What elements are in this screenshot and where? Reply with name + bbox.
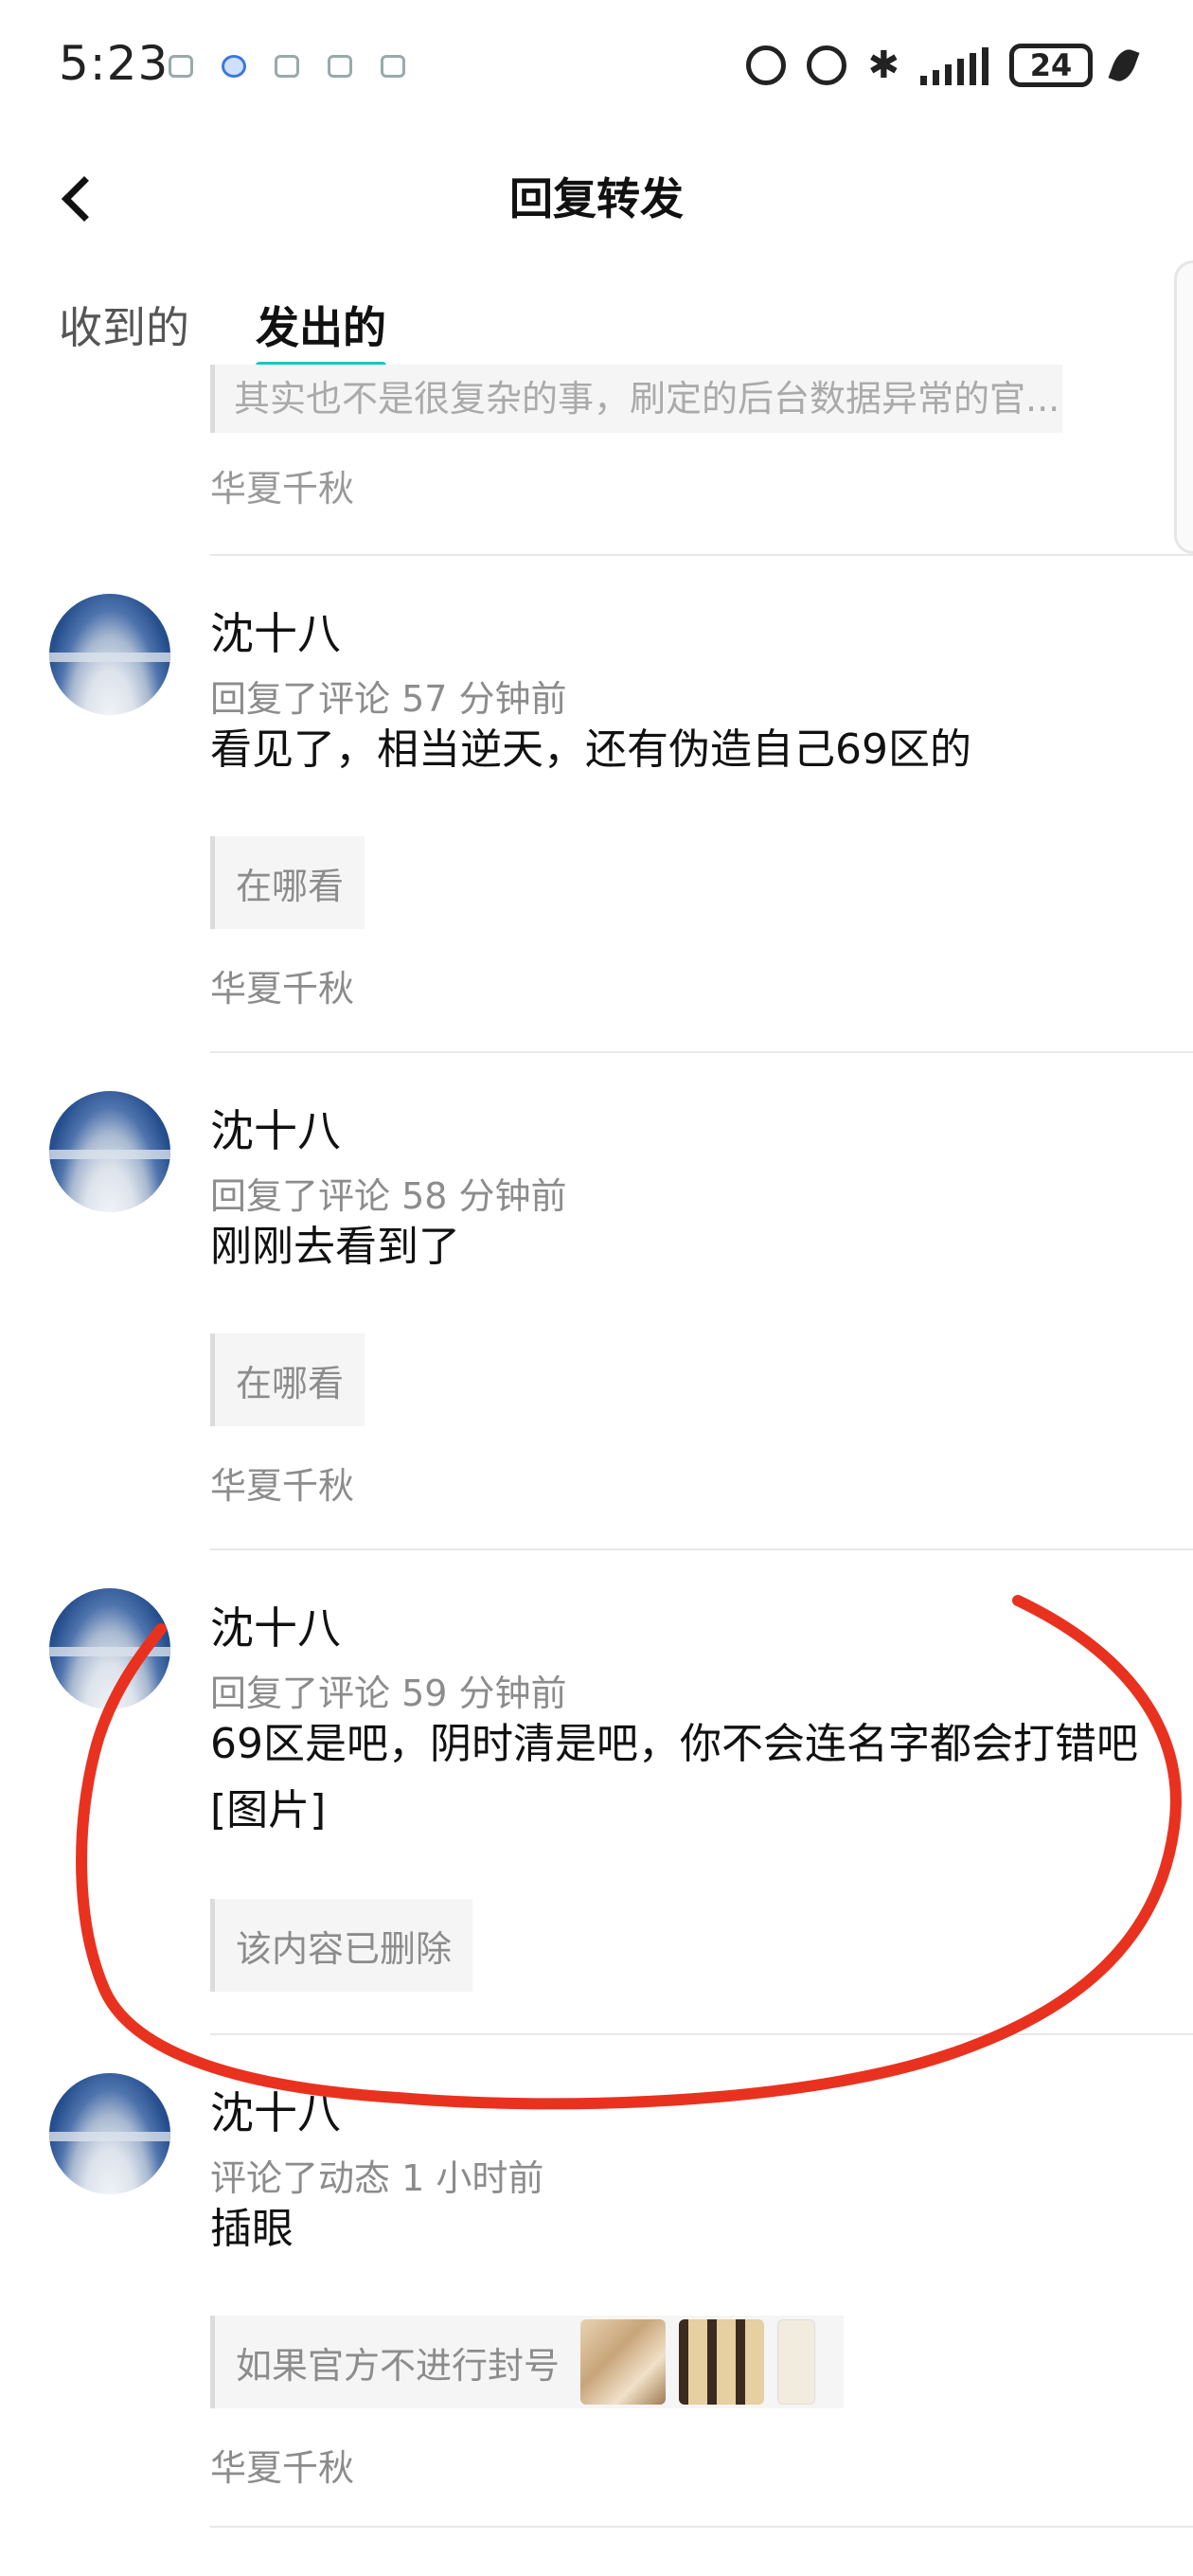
list-item[interactable]: 沈十八 评论了动态 1 小时前 插眼 如果官方不进行封号 华夏千秋 (0, 2033, 1193, 2526)
divider (210, 2526, 1193, 2528)
reply-feed[interactable]: 其实也不是很复杂的事，刷定的后台数据异常的官... 华夏千秋 沈十八 回复了评论… (0, 365, 1193, 2576)
status-time: 5:23 (59, 36, 169, 91)
comment-text: 插眼 (210, 2205, 294, 2253)
avatar[interactable] (49, 2073, 170, 2194)
comment-meta: 回复了评论 59 分钟前 (210, 1673, 567, 1714)
quoted-comment[interactable]: 在哪看 (210, 1333, 365, 1426)
app-header: 回复转发 (0, 133, 1193, 554)
notification-icon (328, 55, 352, 78)
thumbnail-image[interactable] (777, 2319, 816, 2405)
quoted-text: 在哪看 (236, 1362, 345, 1404)
notification-icon (222, 55, 246, 78)
source-link[interactable]: 华夏千秋 (210, 459, 1062, 511)
username[interactable]: 沈十八 (210, 1594, 341, 1656)
alarm-icon (807, 45, 847, 85)
avatar[interactable] (49, 1091, 170, 1212)
tab-label: 发出的 (256, 302, 386, 353)
source-link[interactable]: 华夏千秋 (210, 959, 354, 1011)
username[interactable]: 沈十八 (210, 1097, 341, 1159)
quoted-comment[interactable]: 在哪看 (210, 836, 365, 929)
quoted-text: 在哪看 (236, 865, 345, 907)
notification-icon (381, 55, 405, 78)
signal-icon (920, 45, 988, 85)
quoted-text: 其实也不是很复杂的事，刷定的后台数据异常的官... (234, 378, 1060, 420)
username[interactable]: 沈十八 (210, 2079, 341, 2141)
comment-text: 看见了，相当逆天，还有伪造自己69区的 (210, 725, 971, 774)
system-status-icons: ✱ 24 (746, 44, 1140, 87)
thumbnail-image[interactable] (679, 2319, 765, 2405)
tab-sent[interactable]: 发出的 (256, 294, 386, 369)
page-title: 回复转发 (509, 173, 684, 224)
notification-icons (169, 55, 405, 78)
source-link[interactable]: 华夏千秋 (210, 2439, 354, 2491)
status-bar: 5:23 ✱ 24 (0, 0, 1193, 133)
username[interactable]: 沈十八 (210, 599, 341, 662)
thumbnail-image[interactable] (580, 2319, 667, 2405)
source-link[interactable]: 华夏千秋 (210, 1457, 354, 1509)
battery-icon: 24 (1009, 44, 1093, 87)
avatar[interactable] (49, 1588, 170, 1709)
battery-saver-icon (1108, 45, 1140, 85)
comment-meta: 回复了评论 57 分钟前 (210, 678, 567, 720)
list-item[interactable]: 沈十八 回复了评论 57 分钟前 看见了，相当逆天，还有伪造自己69区的 在哪看… (0, 554, 1193, 1051)
quoted-comment[interactable]: 其实也不是很复杂的事，刷定的后台数据异常的官... (210, 365, 1062, 433)
comment-meta: 评论了动态 1 小时前 (210, 2157, 544, 2199)
quoted-comment[interactable]: 该内容已删除 (210, 1899, 473, 1992)
comment-text: 刚刚去看到了 (210, 1223, 460, 1271)
tab-label: 收到的 (59, 302, 189, 353)
data-saver-icon (746, 45, 787, 85)
quoted-text: 如果官方不进行封号 (236, 2344, 561, 2387)
tab-bar: 收到的 发出的 (59, 294, 386, 369)
tab-received[interactable]: 收到的 (59, 294, 189, 364)
comment-text: 69区是吧，阴时清是吧，你不会连名字都会打错吧[图片] (210, 1720, 1138, 1834)
notification-icon (275, 55, 299, 78)
avatar[interactable] (49, 594, 170, 715)
comment-meta: 回复了评论 58 分钟前 (210, 1175, 567, 1217)
list-item-partial[interactable]: 其实也不是很复杂的事，刷定的后台数据异常的官... 华夏千秋 (210, 365, 1062, 511)
notification-icon (169, 55, 193, 78)
list-item[interactable]: 沈十八 回复了评论 58 分钟前 刚刚去看到了 在哪看 华夏千秋 (0, 1051, 1193, 1548)
list-item[interactable]: 沈十八 回复了评论 59 分钟前 69区是吧，阴时清是吧，你不会连名字都会打错吧… (0, 1548, 1193, 2033)
quoted-text: 该内容已删除 (236, 1927, 453, 1970)
quoted-comment[interactable]: 如果官方不进行封号 (210, 2316, 845, 2408)
bluetooth-icon: ✱ (867, 44, 899, 87)
